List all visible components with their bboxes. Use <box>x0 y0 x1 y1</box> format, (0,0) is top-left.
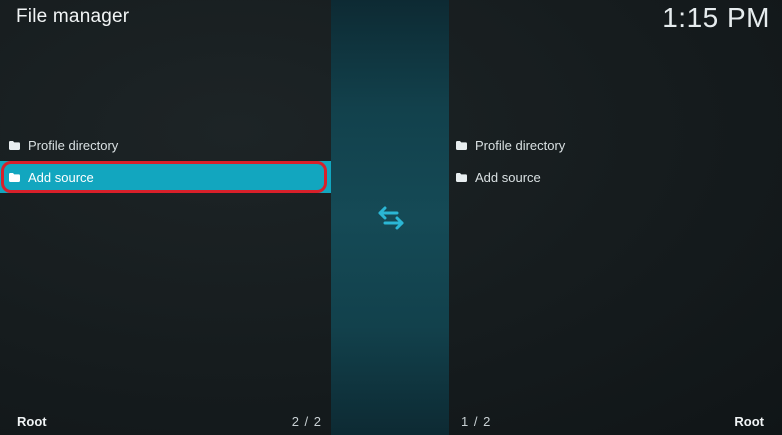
left-file-list: Profile directory Add source <box>0 129 331 193</box>
right-page-count: 1 / 2 <box>461 414 492 429</box>
folder-icon <box>9 140 20 150</box>
left-footer-root-label: Root <box>17 414 47 429</box>
swap-arrows-icon[interactable] <box>377 204 405 232</box>
folder-icon <box>456 172 467 182</box>
left-item-label: Add source <box>28 169 94 185</box>
left-item-label: Profile directory <box>28 137 119 153</box>
right-footer-root-label: Root <box>734 414 764 429</box>
right-item-add-source[interactable]: Add source <box>449 161 782 193</box>
right-file-list: Profile directory Add source <box>449 129 782 193</box>
right-item-label: Profile directory <box>475 137 566 153</box>
left-item-add-source[interactable]: Add source <box>0 161 331 193</box>
left-item-profile-directory[interactable]: Profile directory <box>0 129 331 161</box>
clock: 1:15 PM <box>662 2 770 33</box>
right-item-label: Add source <box>475 169 541 185</box>
left-page-count: 2 / 2 <box>291 414 322 429</box>
right-pane: 1:15 PM Profile directory Add source 1 /… <box>449 0 782 435</box>
pane-divider <box>331 0 449 435</box>
folder-icon <box>9 172 20 182</box>
right-item-profile-directory[interactable]: Profile directory <box>449 129 782 161</box>
file-manager-screen: File manager Profile directory Add sourc… <box>0 0 782 435</box>
page-title: File manager <box>16 6 130 27</box>
folder-icon <box>456 140 467 150</box>
left-pane: File manager Profile directory Add sourc… <box>0 0 331 435</box>
